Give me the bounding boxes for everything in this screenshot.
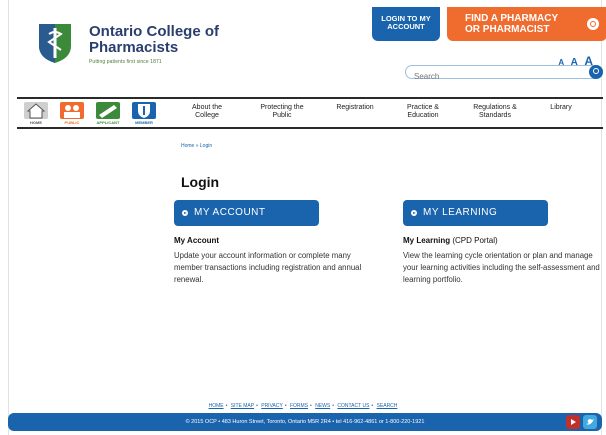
page-title: Login xyxy=(181,174,220,190)
search-circle-icon xyxy=(587,18,599,30)
nav-home[interactable]: HOME xyxy=(23,102,49,126)
search-icon[interactable] xyxy=(589,65,603,79)
my-learning-description: View the learning cycle orientation or p… xyxy=(403,251,600,284)
people-icon xyxy=(60,102,84,119)
nav-home-label: HOME xyxy=(30,120,42,125)
find-pharmacy-label: FIND A PHARMACY OR PHARMACIST xyxy=(465,13,558,35)
nav-applicant[interactable]: APPLICANT xyxy=(95,102,121,126)
org-name[interactable]: Ontario College of Pharmacists xyxy=(89,24,229,56)
footer-link-sitemap[interactable]: SITE MAP xyxy=(231,403,254,409)
my-account-heading-bold: My Account xyxy=(174,236,220,245)
page: Ontario College of Pharmacists Putting p… xyxy=(8,0,606,435)
footer-address: © 2015 OCP • 483 Huron Street, Toronto, … xyxy=(185,419,425,425)
nav-public[interactable]: PUBLIC xyxy=(59,102,85,126)
diploma-icon xyxy=(96,102,120,119)
nav-applicant-label: APPLICANT xyxy=(96,120,120,125)
nav-practice[interactable]: Practice & Education xyxy=(399,104,447,120)
login-button[interactable]: LOGIN TO MY ACCOUNT xyxy=(372,7,440,41)
nav-member-label: MEMBER xyxy=(135,120,153,125)
footer-links: HOME • SITE MAP • PRIVACY • FORMS • NEWS • CO… xyxy=(208,403,398,409)
tagline: Putting patients first since 1871 xyxy=(89,59,162,65)
nav-registration[interactable]: Registration xyxy=(329,104,381,112)
breadcrumb[interactable]: Home » Login xyxy=(181,143,212,149)
my-account-description: Update your account information or compl… xyxy=(174,251,362,284)
main-nav: HOME PUBLIC APPLICANT MEMBER About the C… xyxy=(17,97,603,129)
find-pharmacy-button[interactable]: FIND A PHARMACY OR PHARMACIST xyxy=(447,7,606,41)
ocp-logo-icon[interactable] xyxy=(37,22,73,64)
my-account-heading: My Account xyxy=(174,236,219,245)
search-box xyxy=(405,65,603,83)
my-learning-heading-bold: My Learning xyxy=(403,236,451,245)
arrow-circle-icon xyxy=(411,210,417,216)
my-learning-button-label: MY LEARNING xyxy=(423,207,498,218)
footer-link-search[interactable]: SEARCH xyxy=(377,403,398,409)
my-learning-heading-suffix: (CPD Portal) xyxy=(450,236,498,245)
arrow-circle-icon xyxy=(182,210,188,216)
member-badge-icon xyxy=(132,102,156,119)
footer-link-news[interactable]: NEWS xyxy=(315,403,330,409)
nav-library[interactable]: Library xyxy=(543,104,579,112)
youtube-icon[interactable] xyxy=(566,415,580,429)
nav-member[interactable]: MEMBER xyxy=(131,102,157,126)
footer-link-home[interactable]: HOME xyxy=(209,403,224,409)
footer-link-privacy[interactable]: PRIVACY xyxy=(261,403,283,409)
search-input[interactable] xyxy=(406,70,576,83)
twitter-icon[interactable] xyxy=(583,415,597,429)
nav-protecting[interactable]: Protecting the Public xyxy=(260,104,304,120)
nav-about[interactable]: About the College xyxy=(187,104,227,120)
footer-link-contact[interactable]: CONTACT US xyxy=(337,403,369,409)
footer-bar: © 2015 OCP • 483 Huron Street, Toronto, … xyxy=(8,413,602,431)
my-learning-heading: My Learning (CPD Portal) xyxy=(403,236,498,245)
my-account-button-label: MY ACCOUNT xyxy=(194,207,266,218)
my-account-button[interactable]: MY ACCOUNT xyxy=(174,200,319,226)
home-icon xyxy=(24,102,48,119)
nav-public-label: PUBLIC xyxy=(64,120,80,125)
my-learning-button[interactable]: MY LEARNING xyxy=(403,200,548,226)
nav-regulations[interactable]: Regulations & Standards xyxy=(469,104,521,120)
footer-link-forms[interactable]: FORMS xyxy=(290,403,308,409)
